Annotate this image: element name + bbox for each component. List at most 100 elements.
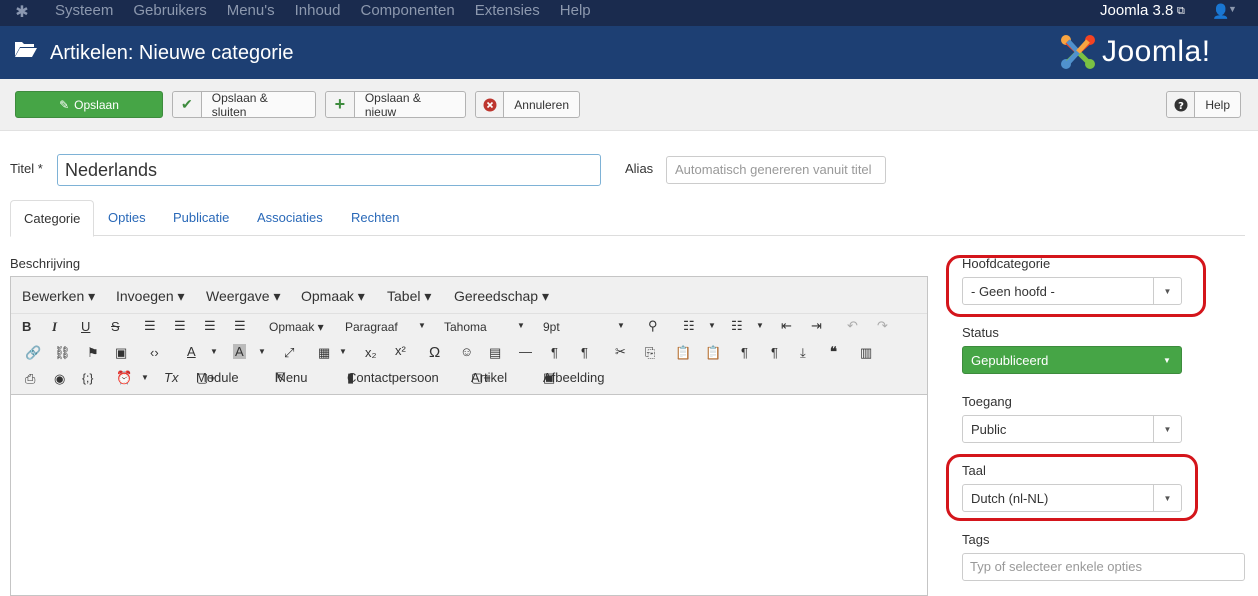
table-icon[interactable]: ▦	[318, 345, 330, 361]
undo-icon[interactable]: ↶	[847, 318, 858, 334]
menu-item-inhoud[interactable]: Inhoud	[295, 0, 341, 26]
image-icon[interactable]: ▣	[115, 345, 127, 361]
indent-icon[interactable]: ⇥	[811, 318, 822, 334]
menu-item-help[interactable]: Help	[560, 0, 591, 26]
superscript-icon[interactable]: x²	[395, 343, 406, 358]
user-icon[interactable]: 👤	[1212, 1, 1229, 21]
bookmark-icon[interactable]: ⚑	[87, 345, 99, 361]
editor-menu-weergave[interactable]: Weergave ▾	[206, 288, 280, 305]
alias-field[interactable]: Automatisch genereren vanuit titel	[666, 156, 886, 184]
horizontal-rule-icon[interactable]: —	[519, 344, 532, 359]
title-field[interactable]: Nederlands	[57, 154, 601, 186]
tab-associaties[interactable]: Associaties	[244, 200, 336, 236]
title-label: Titel *	[10, 161, 43, 176]
redo-icon[interactable]: ↷	[877, 318, 888, 334]
editor-content-area[interactable]	[11, 395, 927, 595]
chevron-down-icon: ▼	[258, 347, 266, 356]
save-new-button[interactable]: + Opslaan & nieuw	[325, 91, 466, 119]
page-header: Artikelen: Nieuwe categorie Joomla!	[0, 26, 1258, 79]
save-close-button[interactable]: ✔ Opslaan & sluiten	[172, 90, 316, 119]
strikethrough-icon[interactable]: S	[111, 319, 120, 334]
align-center-icon[interactable]: ☰	[174, 318, 186, 334]
numbered-list-icon[interactable]: ☷	[731, 318, 743, 334]
link-icon[interactable]: 🔗	[25, 345, 41, 361]
find-replace-icon[interactable]: ⚲	[648, 318, 658, 334]
underline-icon[interactable]: U	[81, 319, 90, 334]
size-select[interactable]: 9pt	[543, 320, 560, 334]
action-toolbar: ✎ Opslaan ✔ Opslaan & sluiten + Opslaan …	[0, 79, 1258, 131]
save-close-label: Opslaan & sluiten	[211, 90, 268, 119]
code-sample-icon[interactable]: {;}	[82, 371, 93, 385]
menu-item-componenten[interactable]: Componenten	[361, 0, 455, 26]
visual-chars-icon[interactable]: ¶	[741, 345, 748, 360]
status-label: Status	[962, 325, 999, 340]
tags-label: Tags	[962, 532, 990, 547]
menu-item-systeem[interactable]: Systeem	[55, 0, 113, 26]
subscript-icon[interactable]: x₂	[365, 345, 377, 360]
nonbreaking-icon[interactable]: ¶	[771, 345, 778, 360]
site-version-link[interactable]: Joomla 3.8	[1100, 0, 1173, 22]
background-color-icon[interactable]: A	[233, 344, 246, 359]
code-icon[interactable]: ‹›	[150, 345, 159, 360]
editor-toolbar: B I U S ☰ ☰ ☰ ☰ Opmaak ▾ Paragraaf ▼ Tah…	[11, 314, 927, 395]
copy-icon[interactable]: ⎘	[645, 345, 655, 361]
clear-format-icon[interactable]: Tx	[164, 370, 178, 385]
special-char-icon[interactable]: Ω	[429, 344, 440, 361]
chevron-down-icon: ▼	[418, 321, 426, 330]
tab-bar: Categorie Opties Publicatie Associaties …	[10, 200, 1245, 237]
paste-icon[interactable]: 📋	[675, 345, 691, 361]
chevron-down-icon: ▼	[617, 321, 625, 330]
editor-menu-opmaak[interactable]: Opmaak ▾	[301, 288, 365, 305]
align-justify-icon[interactable]: ☰	[234, 318, 246, 334]
italic-icon[interactable]: I	[52, 319, 57, 335]
cut-icon[interactable]: ✂	[615, 344, 626, 360]
bullet-list-icon[interactable]: ☷	[683, 318, 695, 334]
preview-icon[interactable]: ◉	[54, 371, 65, 387]
image-button-label: Afbeelding	[543, 370, 605, 385]
font-select[interactable]: Tahoma	[444, 320, 487, 334]
unlink-icon[interactable]: ⛓	[54, 345, 71, 361]
tab-categorie[interactable]: Categorie	[10, 200, 95, 237]
help-button[interactable]: ? Help	[1166, 91, 1241, 118]
editor-menu-tabel[interactable]: Tabel ▾	[387, 288, 431, 305]
insert-icon[interactable]: ⤓	[800, 345, 806, 361]
top-navbar: ✱ Systeem Gebruikers Menu's Inhoud Compo…	[0, 0, 1258, 26]
menu-item-extensies[interactable]: Extensies	[475, 0, 540, 26]
chevron-down-icon: ▼	[1153, 416, 1181, 442]
align-right-icon[interactable]: ☰	[204, 318, 216, 334]
joomla-logo: Joomla!	[1058, 32, 1248, 74]
editor-menu-invoegen[interactable]: Invoegen ▾	[116, 288, 185, 305]
editor-menu-bewerken[interactable]: Bewerken ▾	[22, 288, 95, 305]
block-select[interactable]: Paragraaf	[345, 320, 398, 334]
align-left-icon[interactable]: ☰	[144, 318, 156, 334]
format-select[interactable]: Opmaak ▾	[269, 320, 324, 334]
fullscreen-icon[interactable]: ⤢	[284, 345, 294, 361]
save-button-label: Opslaan	[74, 97, 119, 112]
template-icon[interactable]: ▥	[860, 345, 872, 361]
main-menu: Systeem Gebruikers Menu's Inhoud Compone…	[55, 0, 611, 26]
blockquote-icon[interactable]: ❝	[830, 344, 837, 360]
bold-icon[interactable]: B	[22, 319, 31, 334]
tab-rechten[interactable]: Rechten	[338, 200, 412, 236]
tab-publicatie[interactable]: Publicatie	[160, 200, 242, 236]
tab-opties[interactable]: Opties	[95, 200, 159, 236]
menu-item-gebruikers[interactable]: Gebruikers	[133, 0, 206, 26]
print-icon[interactable]: ⎙	[25, 371, 35, 387]
access-select[interactable]: Public ▼	[962, 415, 1182, 443]
emoticon-icon[interactable]: ☺	[460, 344, 473, 359]
media-icon[interactable]: ▤	[489, 345, 501, 361]
menu-item-menus[interactable]: Menu's	[227, 0, 275, 26]
text-color-icon[interactable]: A	[187, 344, 196, 359]
cancel-button[interactable]: Annuleren	[475, 91, 580, 118]
rtl-icon[interactable]: ¶	[581, 345, 588, 360]
editor-menu-gereedschap[interactable]: Gereedschap ▾	[454, 288, 549, 305]
save-button[interactable]: ✎ Opslaan	[15, 91, 163, 118]
page-title: Artikelen: Nieuwe categorie	[50, 42, 294, 64]
clock-icon[interactable]: ⏰	[116, 370, 132, 386]
ltr-icon[interactable]: ¶	[551, 345, 558, 360]
joomla-menu-icon[interactable]: ✱	[12, 3, 32, 23]
outdent-icon[interactable]: ⇤	[781, 318, 792, 334]
status-select[interactable]: Gepubliceerd ▼	[962, 346, 1182, 374]
cancel-icon	[476, 92, 505, 117]
paste-text-icon[interactable]: 📋	[705, 345, 721, 361]
